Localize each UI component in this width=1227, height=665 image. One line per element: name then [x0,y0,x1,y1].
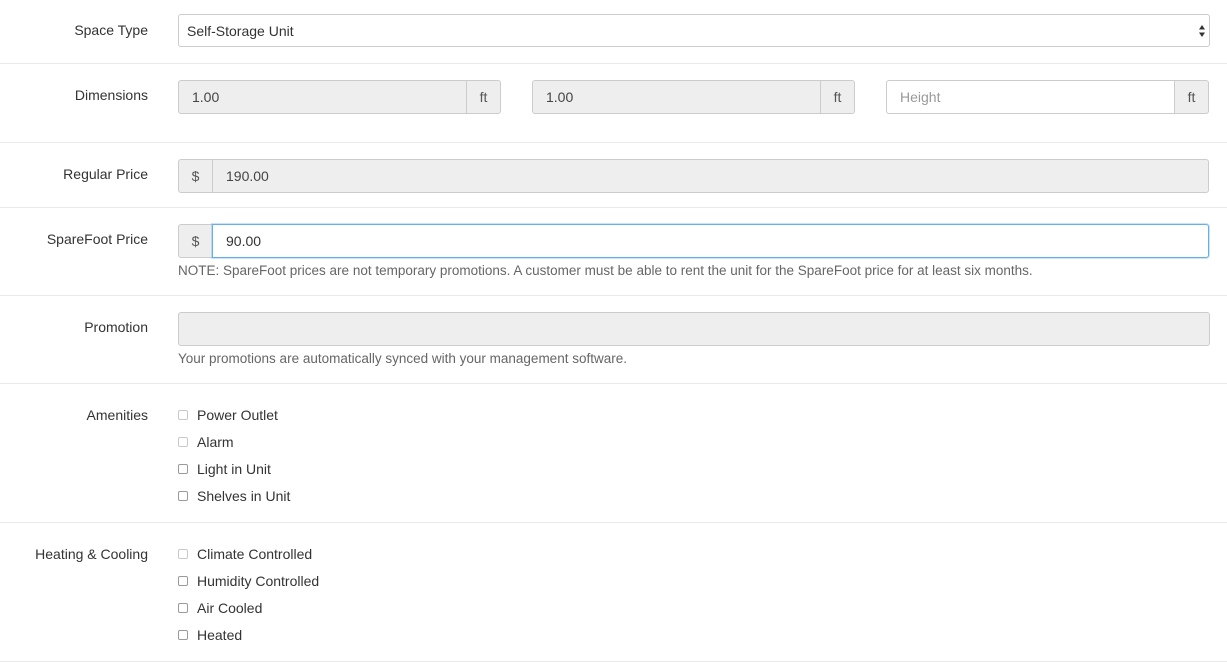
heating-cooling-label: Heating & Cooling [35,546,148,562]
checkbox-box[interactable] [178,630,188,640]
checkbox-box[interactable] [178,491,188,501]
regular-price-value: 190.00 [226,168,269,184]
sparefoot-price-currency-addon: $ [178,224,213,258]
checkbox-label: Air Cooled [197,600,263,616]
checkbox-air-cooled[interactable]: Air Cooled [178,599,262,617]
promotion-label: Promotion [84,319,148,335]
checkbox-box[interactable] [178,576,188,586]
heating-cooling-row: Heating & Cooling Climate Controlled Hum… [0,523,1227,662]
dimensions-row: Dimensions 1.00 ft 1.00 ft Height ft [0,64,1227,143]
amenities-row: Amenities Power Outlet Alarm Light in Un… [0,384,1227,523]
checkbox-alarm[interactable]: Alarm [178,433,234,451]
space-type-select[interactable]: Self-Storage Unit [178,14,1210,47]
height-unit-addon: ft [1174,80,1209,114]
sparefoot-price-note: NOTE: SpareFoot prices are not temporary… [178,263,1033,278]
sparefoot-price-value: 90.00 [226,233,262,249]
checkbox-label: Light in Unit [197,461,271,477]
regular-price-label: Regular Price [63,166,148,182]
promotion-help-text: Your promotions are automatically synced… [178,351,627,366]
checkbox-label: Humidity Controlled [197,573,320,589]
checkbox-box[interactable] [178,464,188,474]
length-input[interactable]: 1.00 [532,80,821,114]
promotion-row: Promotion Your promotions are automatica… [0,296,1227,384]
width-unit-addon: ft [466,80,501,114]
length-unit-addon: ft [820,80,855,114]
regular-price-currency-addon: $ [178,159,213,193]
height-input[interactable]: Height [886,80,1175,114]
checkbox-box[interactable] [178,549,188,559]
checkbox-heated[interactable]: Heated [178,626,242,644]
checkbox-climate-controlled[interactable]: Climate Controlled [178,545,312,563]
checkbox-label: Alarm [197,434,234,450]
space-type-value: Self-Storage Unit [187,23,294,39]
amenities-label: Amenities [86,407,148,423]
length-value: 1.00 [546,89,574,105]
width-input[interactable]: 1.00 [178,80,467,114]
sparefoot-price-label: SpareFoot Price [46,231,148,247]
select-arrows-icon [1199,25,1205,37]
checkbox-power-outlet[interactable]: Power Outlet [178,406,278,424]
checkbox-humidity-controlled[interactable]: Humidity Controlled [178,572,319,590]
checkbox-light-in-unit[interactable]: Light in Unit [178,460,271,478]
checkbox-label: Climate Controlled [197,546,313,562]
width-value: 1.00 [192,89,220,105]
promotion-input[interactable] [178,312,1210,346]
checkbox-label: Heated [197,627,243,643]
checkbox-label: Power Outlet [197,407,278,423]
sparefoot-price-row: SpareFoot Price $ 90.00 NOTE: SpareFoot … [0,208,1227,296]
checkbox-label: Shelves in Unit [197,488,291,504]
checkbox-shelves-in-unit[interactable]: Shelves in Unit [178,487,290,505]
height-placeholder: Height [900,89,941,105]
sparefoot-price-input[interactable]: 90.00 [212,224,1209,258]
checkbox-box[interactable] [178,410,188,420]
dimensions-label: Dimensions [74,87,148,103]
checkbox-box[interactable] [178,603,188,613]
regular-price-row: Regular Price $ 190.00 [0,143,1227,208]
regular-price-input[interactable]: 190.00 [212,159,1209,193]
space-type-row: Space Type Self-Storage Unit [0,0,1227,64]
checkbox-box[interactable] [178,437,188,447]
space-type-label: Space Type [74,22,148,38]
